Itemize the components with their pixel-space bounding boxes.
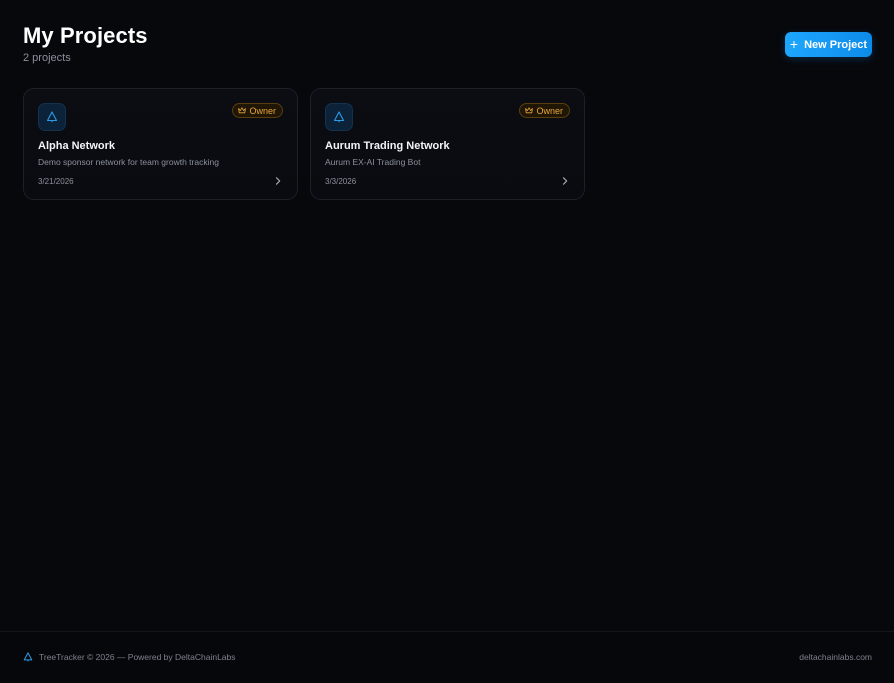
page-header: My Projects 2 projects + New Project — [23, 23, 872, 67]
crown-icon — [525, 107, 534, 114]
crown-icon — [238, 107, 247, 114]
owner-badge-label: Owner — [249, 105, 276, 116]
new-project-button[interactable]: + New Project — [785, 32, 872, 57]
project-description: Demo sponsor network for team growth tra… — [38, 157, 219, 167]
tree-icon — [325, 103, 353, 131]
footer: TreeTracker © 2026 — Powered by DeltaCha… — [0, 631, 894, 683]
tree-icon — [38, 103, 66, 131]
plus-icon: + — [789, 36, 799, 52]
project-name: Alpha Network — [38, 140, 116, 152]
page-title: My Projects — [23, 23, 148, 48]
footer-credit: TreeTracker © 2026 — Powered by DeltaCha… — [23, 652, 236, 662]
owner-badge: Owner — [232, 103, 283, 118]
project-description: Aurum EX-AI Trading Bot — [325, 157, 421, 167]
owner-badge-label: Owner — [536, 105, 563, 116]
project-card[interactable]: Owner Aurum Trading Network Aurum EX-AI … — [310, 88, 585, 200]
projects-page: My Projects 2 projects + New Project Own… — [0, 0, 894, 683]
new-project-label: New Project — [804, 38, 868, 51]
tree-logo-icon — [23, 652, 33, 662]
footer-link[interactable]: deltachainlabs.com — [799, 652, 872, 662]
footer-copyright: TreeTracker © 2026 — Powered by DeltaCha… — [39, 652, 236, 662]
project-name: Aurum Trading Network — [325, 140, 450, 152]
owner-badge: Owner — [519, 103, 570, 118]
project-card[interactable]: Owner Alpha Network Demo sponsor network… — [23, 88, 298, 200]
project-date: 3/3/2026 — [325, 177, 357, 186]
project-date: 3/21/2026 — [38, 177, 74, 186]
project-list: Owner Alpha Network Demo sponsor network… — [23, 88, 585, 200]
project-count: 2 projects — [23, 52, 71, 64]
chevron-right-icon[interactable] — [273, 176, 283, 186]
chevron-right-icon[interactable] — [560, 176, 570, 186]
